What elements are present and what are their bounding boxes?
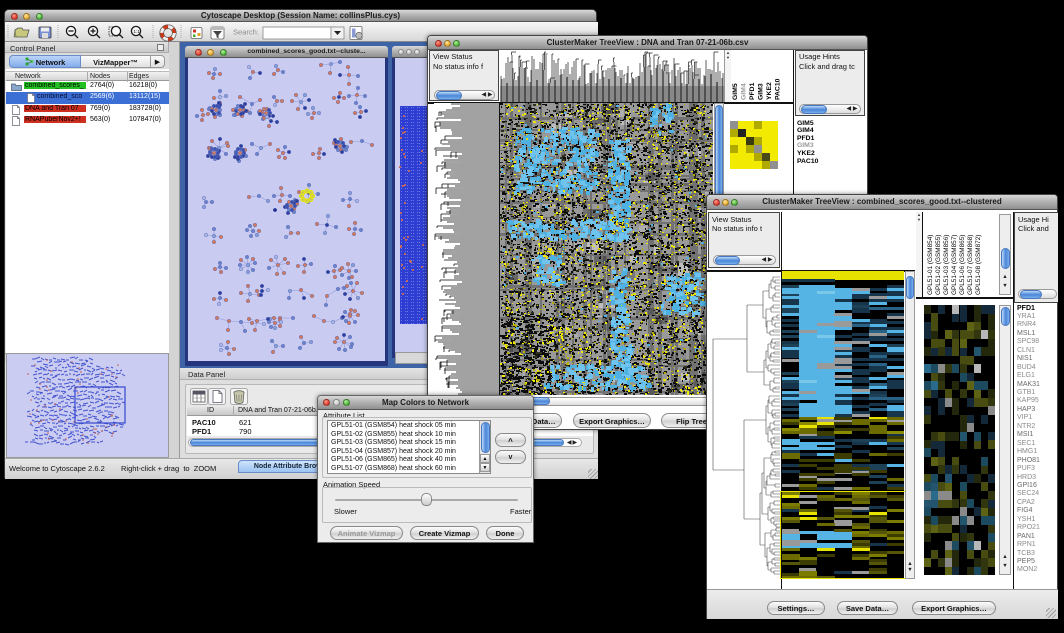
svg-text:GPL51-07 (GSM868): GPL51-07 (GSM868) (967, 235, 974, 295)
svg-text:GPL51-03 (GSM856): GPL51-03 (GSM856) (943, 235, 950, 295)
svg-text:GIM4: GIM4 (741, 83, 748, 100)
svg-text:GPL51-04 (GSM857): GPL51-04 (GSM857) (951, 235, 958, 295)
svg-text:Search:: Search: (233, 28, 259, 37)
svg-text:GPL51-02 (GSM855): GPL51-02 (GSM855) (935, 235, 942, 295)
svg-text:GIM3: GIM3 (758, 83, 765, 100)
svg-text:PAC10: PAC10 (775, 78, 782, 100)
svg-text:GPL51-08 (GSM872): GPL51-08 (GSM872) (975, 235, 982, 295)
svg-text:GIM5: GIM5 (732, 83, 739, 100)
svg-text:YKE2: YKE2 (766, 82, 773, 100)
svg-text:GPL51-01 (GSM854): GPL51-01 (GSM854) (927, 235, 934, 295)
svg-text:1:1: 1:1 (134, 29, 141, 34)
svg-text:GPL51-06 (GSM865): GPL51-06 (GSM865) (959, 235, 966, 295)
svg-text:PFD1: PFD1 (749, 82, 756, 100)
